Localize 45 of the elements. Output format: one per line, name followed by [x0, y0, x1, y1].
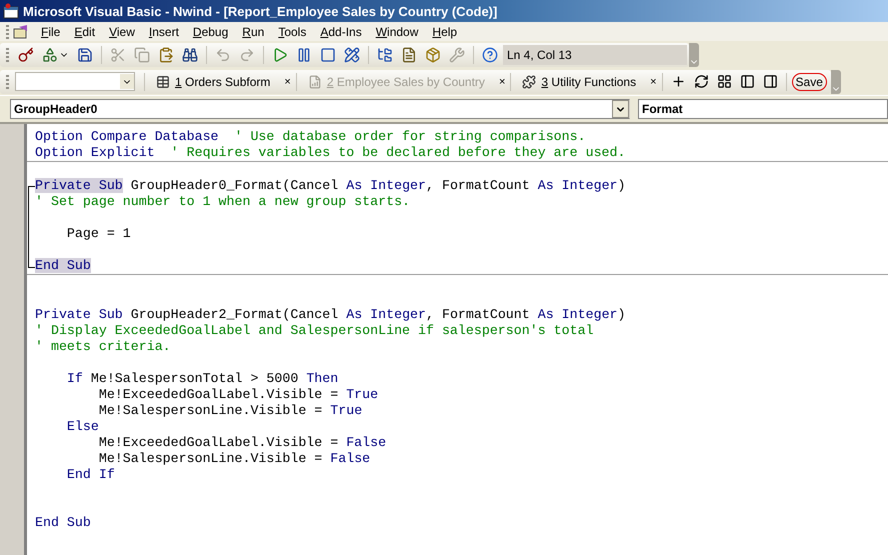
code-line: Me!SalespersonLine.Visible = False — [98, 451, 372, 467]
menu-item[interactable]: Help — [426, 24, 466, 38]
code-line: Me!ExceededGoalLabel.Visible = True — [98, 387, 380, 403]
code-line: Me!ExceededGoalLabel.Visible = False — [98, 435, 388, 451]
report-icon — [308, 74, 322, 88]
app-icon[interactable] — [13, 24, 29, 40]
code-line: Page = 1 — [66, 226, 132, 242]
code-line: Private Sub GroupHeader2_Format(Cancel As Integer, FormatCount As Integer) — [35, 307, 627, 323]
form-icon — [156, 74, 170, 88]
code-line: If Me!SalespersonTotal > 5000 Then — [66, 371, 340, 387]
left-panel-icon — [740, 74, 755, 89]
code-line: Me!SalespersonLine.Visible = True — [98, 403, 364, 419]
code-line: Option Explicit ' Requires variables to be declared before they are used. — [35, 145, 626, 161]
module-icon — [522, 74, 536, 88]
refresh-icon — [694, 74, 709, 89]
menu-item[interactable]: Insert — [142, 24, 187, 38]
code-line: End Sub — [35, 515, 92, 531]
app-icon — [3, 3, 19, 19]
menu-item[interactable]: Tools — [272, 24, 314, 38]
window-tab[interactable]: 3 Utility Functions — [516, 70, 642, 92]
tile-icon — [716, 74, 732, 89]
menu-item[interactable]: Window — [370, 24, 426, 38]
menu-item[interactable]: View — [103, 24, 143, 38]
menu-item[interactable]: Add-Ins — [314, 24, 370, 38]
menu-item[interactable]: Debug — [186, 24, 236, 38]
close-button[interactable]: × — [284, 76, 291, 88]
code-line: End If — [66, 467, 116, 483]
close-button[interactable]: × — [650, 76, 657, 88]
window-tab[interactable]: 1 Orders Subform — [150, 70, 276, 92]
right-panel-icon — [762, 74, 778, 89]
procedure-dropdown[interactable]: Format — [638, 99, 888, 119]
code-line: ' Display ExceededGoalLabel and SalespersonLine if salesperson's total — [35, 323, 595, 339]
menu-item[interactable]: Edit — [68, 24, 104, 38]
menu-item[interactable]: File — [35, 24, 68, 38]
object-dropdown[interactable]: GroupHeader0 — [10, 99, 630, 119]
menu-item[interactable]: Run — [236, 24, 272, 38]
code-line: Else — [66, 419, 100, 435]
plus-icon — [670, 74, 686, 89]
code-line: ' meets criteria. — [35, 339, 172, 355]
code-line: Option Compare Database ' Use database order for string comparisons. — [35, 129, 587, 145]
save-button[interactable]: Save — [792, 72, 827, 90]
code-line: Private Sub GroupHeader0_Format(Cancel As Integer, FormatCount As Integer) — [35, 178, 627, 194]
window-title: Microsoft Visual Basic - Nwind - [Report_Employee Sales by Country (Code)] — [23, 4, 498, 18]
cursor-position: Ln 4, Col 13 — [503, 44, 687, 64]
code-line: ' Set page number to 1 when a new group starts. — [35, 194, 412, 210]
